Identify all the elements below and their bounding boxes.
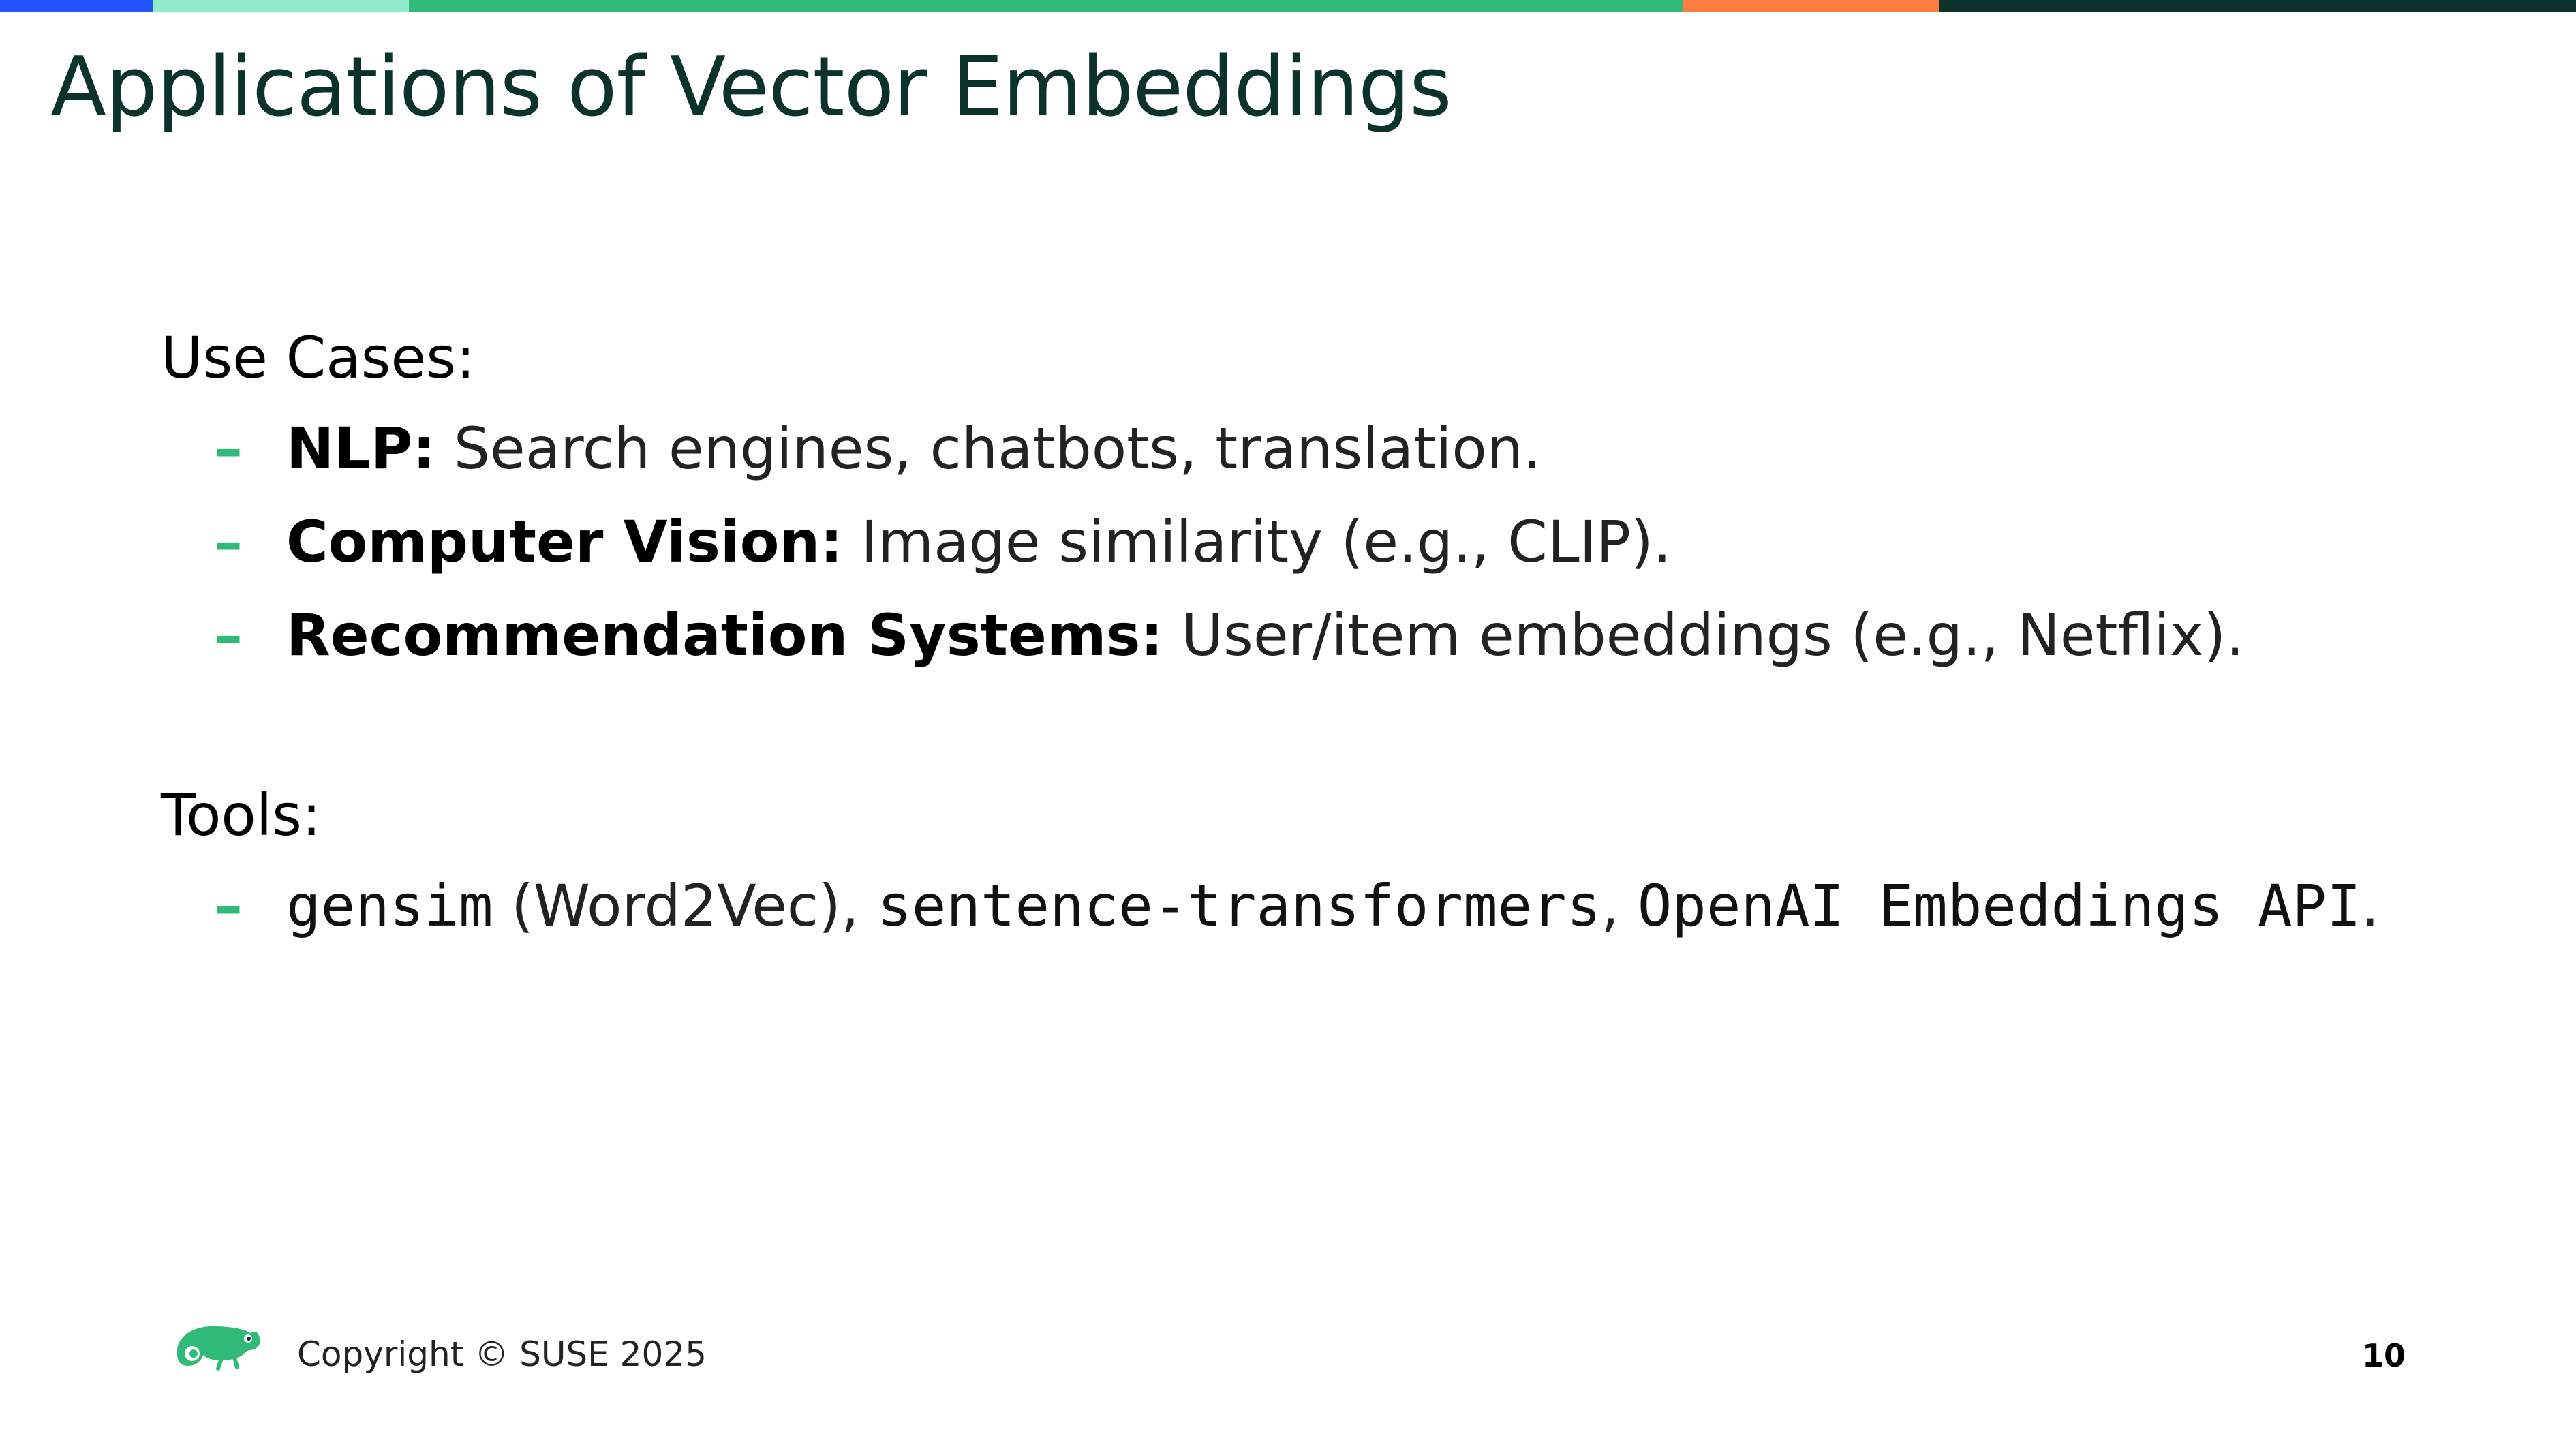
footer-copyright: Copyright © SUSE 2025 — [297, 1334, 707, 1374]
use-cases-list: – NLP: Search engines, chatbots, transla… — [161, 402, 2410, 682]
dash-bullet-icon: – — [214, 508, 243, 575]
tool-separator: , — [1601, 872, 1638, 939]
page-number: 10 — [2361, 1337, 2406, 1374]
use-case-term: Recommendation Systems: — [286, 602, 1163, 669]
suse-chameleon-logo-icon — [177, 1326, 261, 1371]
use-case-description: User/item embeddings (e.g., Netflix). — [1181, 602, 2244, 669]
use-case-description: Search engines, chatbots, translation. — [453, 415, 1542, 482]
dash-bullet-icon: – — [214, 602, 243, 669]
accent-bar-segment-blue — [0, 0, 153, 12]
list-item: – Computer Vision: Image similarity (e.g… — [161, 495, 2410, 589]
accent-bar-segment-dark — [1939, 0, 2576, 12]
dash-bullet-icon: – — [214, 415, 243, 482]
tools-list: – gensim (Word2Vec), sentence-transforme… — [161, 859, 2410, 945]
slide-title: Applications of Vector Embeddings — [50, 40, 1452, 135]
tools-heading: Tools: — [161, 782, 322, 849]
accent-bar-segment-orange — [1683, 0, 1939, 12]
accent-bar-segment-mint — [153, 0, 409, 12]
use-case-term: Computer Vision: — [286, 508, 843, 575]
list-item: – gensim (Word2Vec), sentence-transforme… — [161, 859, 2535, 945]
use-case-description: Image similarity (e.g., CLIP). — [861, 508, 1672, 575]
list-item: – Recommendation Systems: User/item embe… — [161, 589, 2410, 682]
slide-body: Use Cases: – NLP: Search engines, chatbo… — [161, 314, 2410, 945]
tool-gensim: gensim — [286, 872, 493, 939]
use-case-term: NLP: — [286, 415, 435, 482]
use-cases-heading: Use Cases: — [161, 324, 476, 391]
accent-color-bar — [0, 0, 2576, 12]
tool-sentence-transformers: sentence-transformers — [877, 872, 1601, 939]
dash-bullet-icon: – — [214, 872, 243, 939]
accent-bar-segment-green — [409, 0, 1683, 12]
tool-openai-embeddings-api: OpenAI Embeddings API — [1637, 872, 2361, 939]
tool-end-period: . — [2361, 872, 2380, 939]
tool-gensim-note: (Word2Vec), — [493, 872, 878, 939]
list-item: – NLP: Search engines, chatbots, transla… — [161, 402, 2410, 495]
